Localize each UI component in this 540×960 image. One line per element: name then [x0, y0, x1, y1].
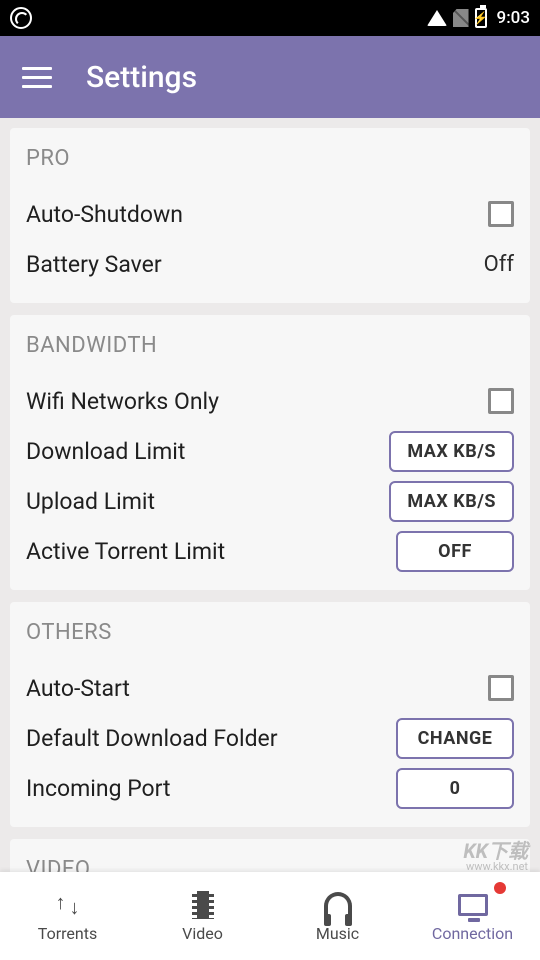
- monitor-icon: [458, 890, 488, 920]
- nav-label-video: Video: [182, 924, 223, 943]
- button-change-folder[interactable]: CHANGE: [396, 718, 514, 759]
- notification-dot-icon: [494, 882, 506, 894]
- row-wifi-only[interactable]: Wifi Networks Only: [26, 376, 514, 426]
- row-battery-saver[interactable]: Battery Saver Off: [26, 239, 514, 289]
- nav-label-connection: Connection: [432, 924, 513, 943]
- label-auto-start: Auto-Start: [26, 675, 130, 702]
- section-header-video: VIDEO: [26, 857, 514, 872]
- checkbox-auto-shutdown[interactable]: [488, 201, 514, 227]
- button-active-torrent-limit[interactable]: OFF: [396, 531, 514, 572]
- checkbox-wifi-only[interactable]: [488, 388, 514, 414]
- row-default-folder: Default Download Folder CHANGE: [26, 713, 514, 763]
- label-incoming-port: Incoming Port: [26, 775, 171, 802]
- headphones-icon: [323, 890, 353, 920]
- app-swirl-icon: [10, 7, 32, 29]
- menu-icon[interactable]: [22, 67, 52, 88]
- checkbox-auto-start[interactable]: [488, 675, 514, 701]
- label-active-torrent-limit: Active Torrent Limit: [26, 538, 225, 565]
- value-battery-saver: Off: [484, 252, 514, 277]
- label-auto-shutdown: Auto-Shutdown: [26, 201, 183, 228]
- section-pro: PRO Auto-Shutdown Battery Saver Off: [10, 128, 530, 303]
- row-active-torrent-limit: Active Torrent Limit OFF: [26, 526, 514, 576]
- section-header-bandwidth: BANDWIDTH: [26, 333, 514, 358]
- button-upload-limit[interactable]: MAX KB/S: [389, 481, 514, 522]
- label-download-limit: Download Limit: [26, 438, 185, 465]
- wifi-icon: [427, 10, 447, 26]
- button-incoming-port[interactable]: 0: [396, 768, 514, 809]
- nav-torrents[interactable]: Torrents: [0, 872, 135, 960]
- label-upload-limit: Upload Limit: [26, 488, 155, 515]
- page-title: Settings: [86, 60, 197, 95]
- label-wifi-only: Wifi Networks Only: [26, 388, 219, 415]
- no-sim-icon: [453, 9, 469, 27]
- row-auto-shutdown[interactable]: Auto-Shutdown: [26, 189, 514, 239]
- section-header-pro: PRO: [26, 146, 514, 171]
- label-battery-saver: Battery Saver: [26, 251, 162, 278]
- button-download-limit[interactable]: MAX KB/S: [389, 431, 514, 472]
- nav-music[interactable]: Music: [270, 872, 405, 960]
- film-icon: [188, 890, 218, 920]
- app-bar: Settings: [0, 36, 540, 118]
- nav-video[interactable]: Video: [135, 872, 270, 960]
- row-auto-start[interactable]: Auto-Start: [26, 663, 514, 713]
- nav-connection[interactable]: Connection: [405, 872, 540, 960]
- status-bar: ⚡ 9:03: [0, 0, 540, 36]
- section-header-others: OTHERS: [26, 620, 514, 645]
- section-others: OTHERS Auto-Start Default Download Folde…: [10, 602, 530, 827]
- row-download-limit: Download Limit MAX KB/S: [26, 426, 514, 476]
- row-incoming-port: Incoming Port 0: [26, 763, 514, 813]
- section-video: VIDEO: [10, 839, 530, 872]
- row-upload-limit: Upload Limit MAX KB/S: [26, 476, 514, 526]
- updown-arrows-icon: [53, 890, 83, 920]
- battery-charging-icon: ⚡: [475, 8, 487, 28]
- label-default-folder: Default Download Folder: [26, 725, 278, 752]
- nav-label-music: Music: [316, 924, 359, 943]
- settings-scroll[interactable]: PRO Auto-Shutdown Battery Saver Off BAND…: [0, 118, 540, 872]
- section-bandwidth: BANDWIDTH Wifi Networks Only Download Li…: [10, 315, 530, 590]
- bottom-nav: Torrents Video Music Connection: [0, 872, 540, 960]
- status-clock: 9:03: [497, 8, 530, 28]
- nav-label-torrents: Torrents: [38, 924, 97, 943]
